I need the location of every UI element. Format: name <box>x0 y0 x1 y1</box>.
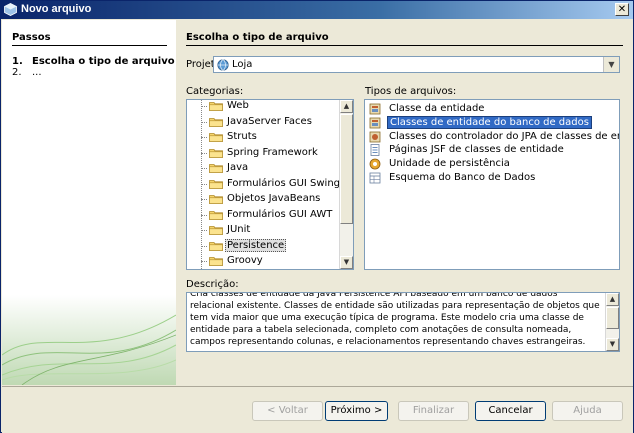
description-box[interactable]: Cria classes de entidade da Java Persist… <box>186 292 620 352</box>
folder-icon <box>209 133 223 142</box>
tree-connector <box>201 168 207 169</box>
step-label: Escolha o tipo de arquivo <box>32 56 175 67</box>
folder-icon <box>209 195 223 204</box>
file-type-label: Classes de entidade do banco de dados <box>387 115 592 129</box>
scroll-thumb[interactable] <box>606 307 619 329</box>
next-button[interactable]: Próximo > <box>325 401 388 421</box>
main-panel: Escolha o tipo de arquivo Projeto: Loja … <box>177 20 633 385</box>
file-type-label: Classes do controlador do JPA de classes… <box>389 130 619 142</box>
file-types-label: Tipos de arquivos: <box>365 86 457 97</box>
file-type-label: Páginas JSF de classes de entidade <box>389 144 564 156</box>
finish-button[interactable]: Finalizar <box>398 401 469 421</box>
close-icon: ✕ <box>617 4 627 15</box>
back-button[interactable]: < Voltar <box>252 401 323 421</box>
file-type-label: Esquema do Banco de Dados <box>389 172 536 183</box>
help-button[interactable]: Ajuda <box>552 401 623 421</box>
folder-icon <box>209 257 223 266</box>
step-number: 1. <box>12 56 23 67</box>
step-2: 2.... <box>12 67 42 78</box>
tree-connector <box>201 261 207 262</box>
scroll-thumb[interactable] <box>340 114 353 224</box>
netbeans-cube-icon <box>4 3 17 16</box>
description-text: Cria classes de entidade da Java Persist… <box>190 292 600 347</box>
db-schema-icon <box>369 172 381 184</box>
scroll-down-icon[interactable]: ▼ <box>606 338 619 351</box>
category-label: JUnit <box>227 224 251 235</box>
entity-class-icon <box>369 103 381 115</box>
tree-connector <box>201 230 207 231</box>
new-file-dialog: Novo arquivo ✕ Passos 1. Escolha o tipo d… <box>0 0 634 433</box>
cancel-button[interactable]: Cancelar <box>475 401 546 421</box>
category-label: Objetos JavaBeans <box>227 193 321 204</box>
entity-db-icon <box>369 117 381 129</box>
folder-icon <box>209 241 223 251</box>
tree-connector <box>201 121 207 123</box>
category-label: Struts <box>227 131 257 142</box>
decorative-waves-image <box>2 295 176 385</box>
step-1: 1. Escolha o tipo de arquivo <box>12 56 175 67</box>
steps-panel: Passos 1. Escolha o tipo de arquivo 2.... <box>2 20 176 385</box>
folder-icon <box>209 148 223 158</box>
categories-tree[interactable]: Web JavaServer Faces Struts Spring Framewor… <box>186 99 354 270</box>
category-label: Persistence <box>225 238 287 252</box>
tree-connector <box>201 214 207 216</box>
categories-scrollbar[interactable]: ▲ ▼ <box>339 100 353 269</box>
category-label: Formulários GUI AWT <box>227 208 333 220</box>
folder-icon <box>209 179 223 189</box>
folder-icon <box>209 102 223 111</box>
step-number: 2. <box>12 67 22 78</box>
steps-title: Passos <box>12 32 167 46</box>
scroll-up-icon[interactable]: ▲ <box>606 293 619 306</box>
file-type-label: Classe da entidade <box>389 103 485 114</box>
categories-label: Categorias: <box>186 86 244 97</box>
folder-icon <box>209 164 223 173</box>
window-title: Novo arquivo <box>21 3 92 15</box>
step-label: ... <box>32 67 42 78</box>
tree-connector <box>201 199 207 200</box>
category-label: JavaServer Faces <box>227 115 312 127</box>
tree-connector <box>201 106 207 107</box>
description-scrollbar[interactable]: ▲ ▼ <box>605 293 619 351</box>
persistence-unit-icon <box>369 158 381 170</box>
tree-guide-line <box>201 100 202 269</box>
globe-icon <box>217 59 229 71</box>
jpa-controller-icon <box>369 131 381 142</box>
category-label: Web <box>227 100 249 111</box>
tree-connector <box>201 152 207 154</box>
tree-connector <box>201 183 207 185</box>
category-label: Spring Framework <box>227 146 318 158</box>
close-button[interactable]: ✕ <box>615 3 629 16</box>
folder-icon <box>209 210 223 220</box>
jsf-pages-icon <box>370 144 380 157</box>
button-bar: < Voltar Próximo > Finalizar Cancelar Aj… <box>2 386 633 433</box>
project-combo[interactable]: Loja ▼ <box>213 56 620 73</box>
scroll-up-icon[interactable]: ▲ <box>340 100 353 113</box>
tree-connector <box>201 137 207 138</box>
file-types-list[interactable]: Classe da entidade Classes de entidade do… <box>364 99 620 270</box>
category-label: Groovy <box>227 255 263 266</box>
section-title: Escolha o tipo de arquivo <box>186 32 623 46</box>
chevron-down-icon[interactable]: ▼ <box>603 57 619 72</box>
category-label: Formulários GUI Swing <box>227 177 341 189</box>
category-label: Java <box>227 162 249 173</box>
project-value: Loja <box>232 59 253 70</box>
description-label: Descrição: <box>186 279 239 290</box>
tree-connector <box>201 245 207 247</box>
folder-icon <box>209 117 223 127</box>
file-type-label: Unidade de persistência <box>389 158 510 170</box>
folder-icon <box>209 226 223 235</box>
title-bar[interactable]: Novo arquivo ✕ <box>1 1 633 19</box>
scroll-down-icon[interactable]: ▼ <box>340 256 353 269</box>
